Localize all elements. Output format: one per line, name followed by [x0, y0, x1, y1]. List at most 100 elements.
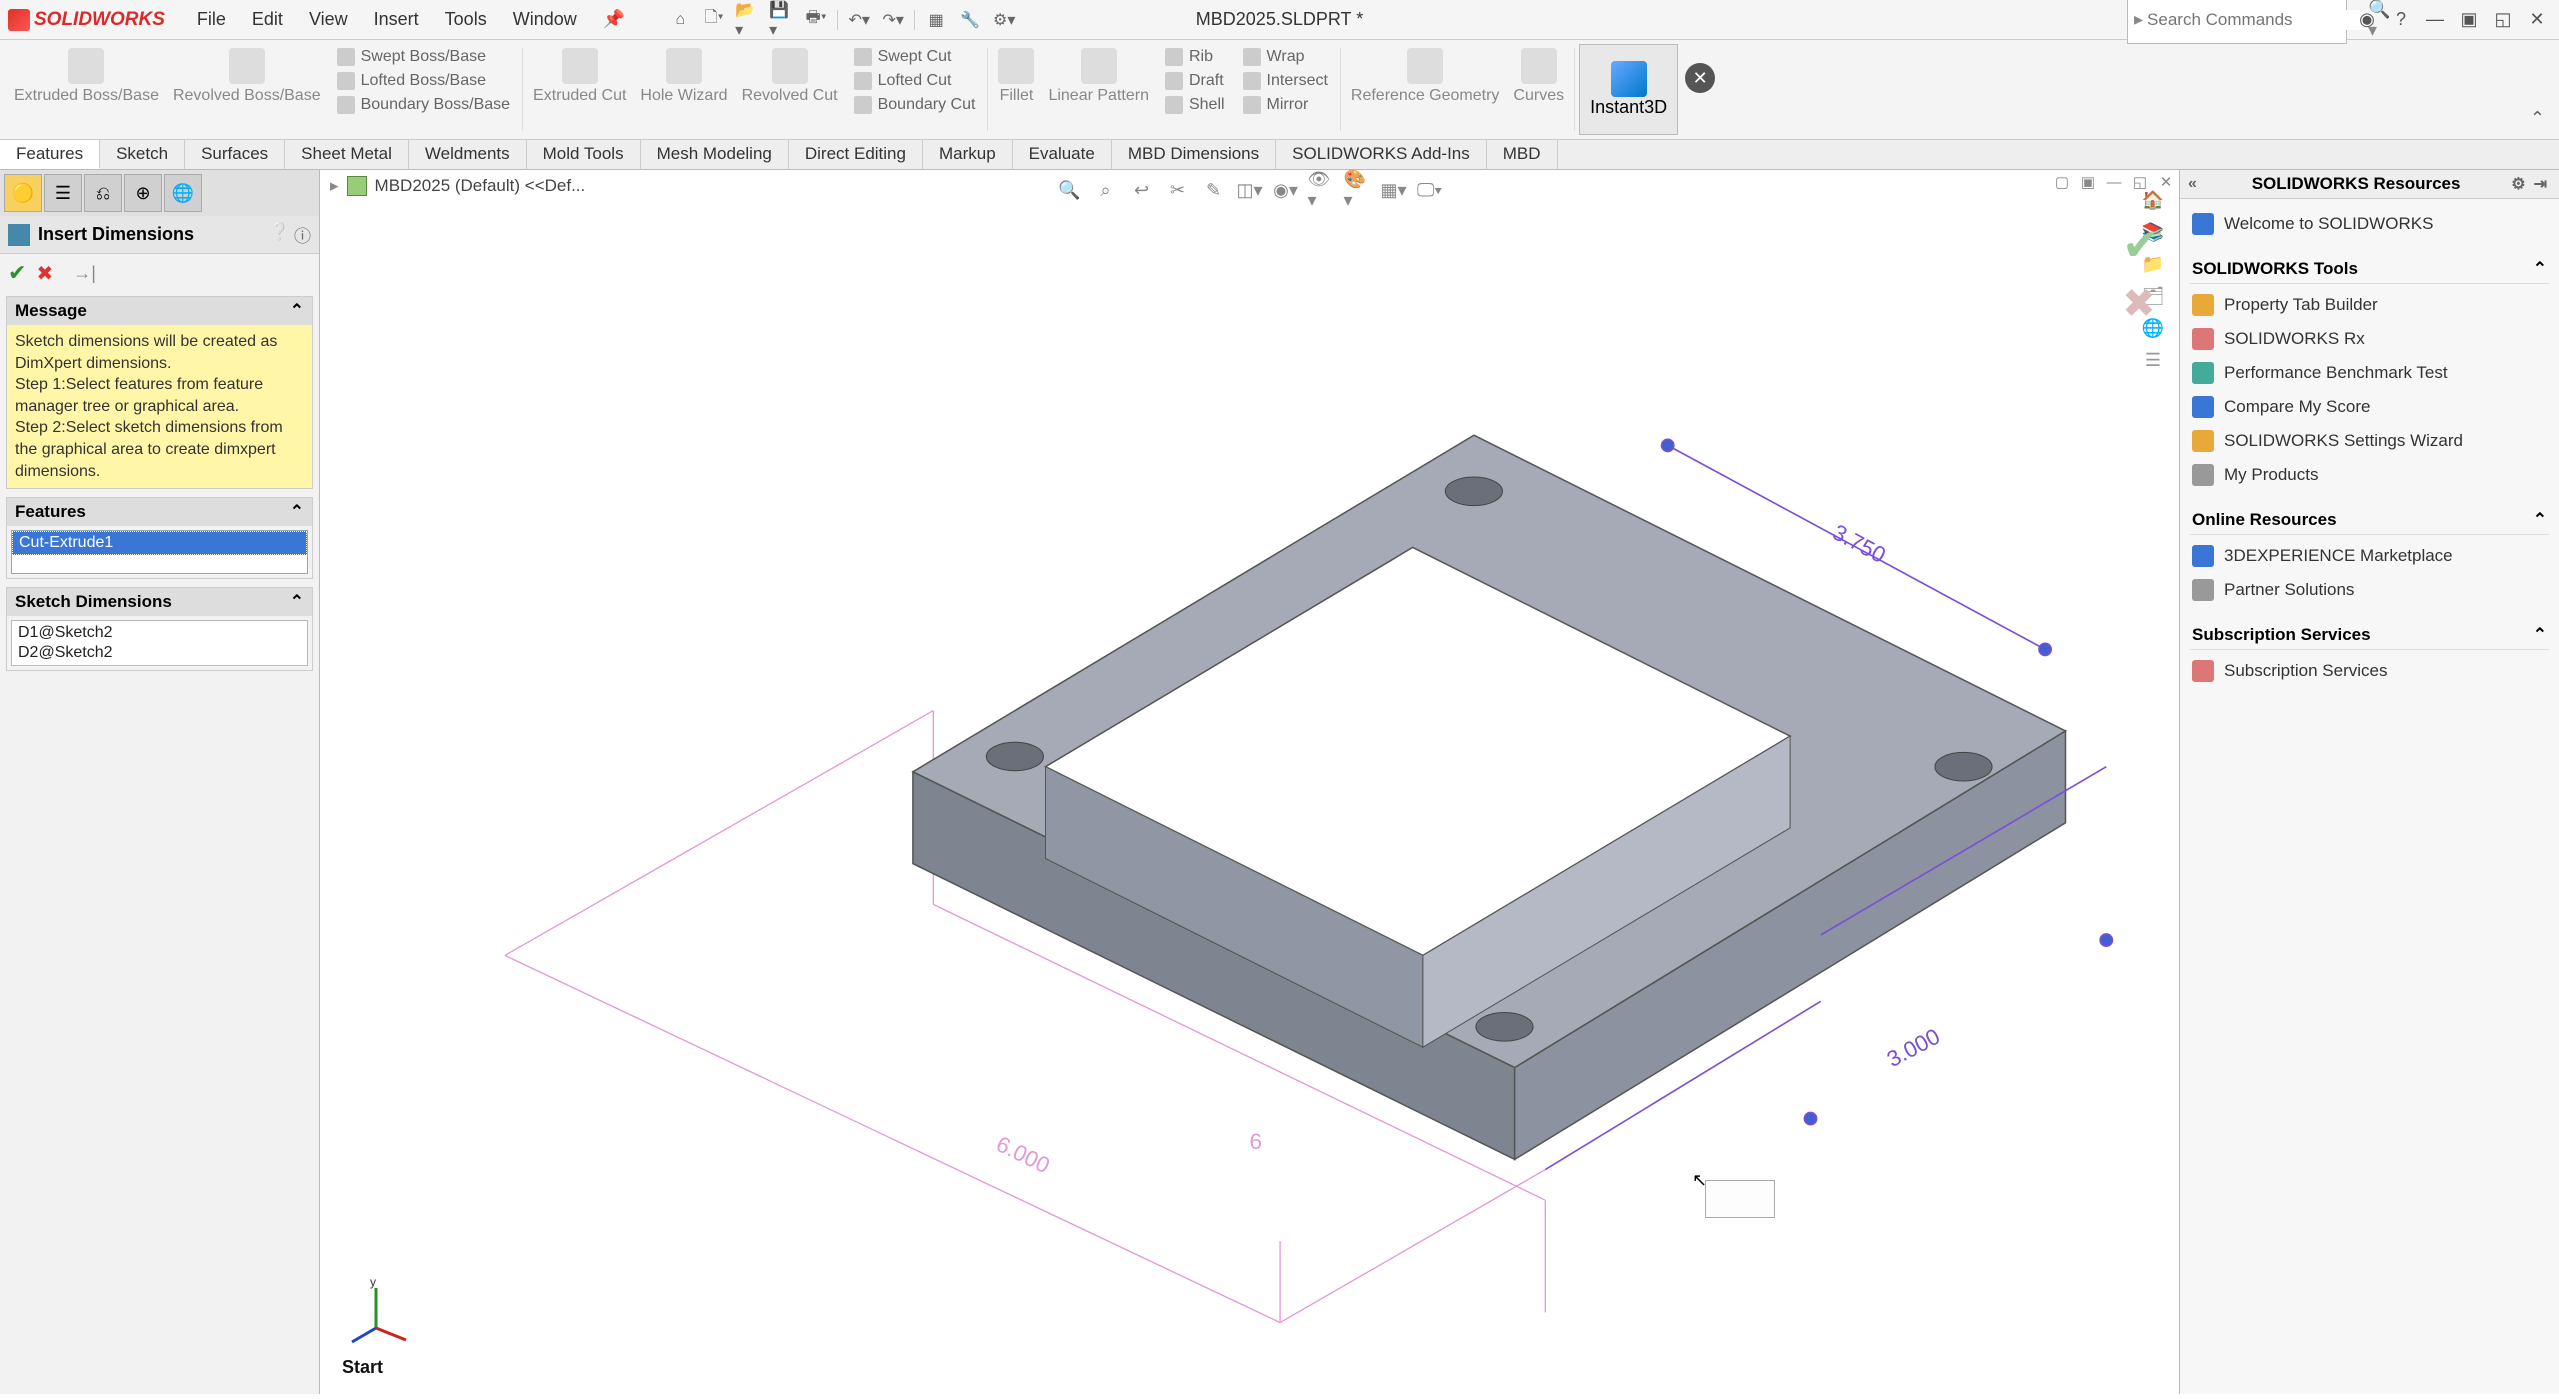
ribbon-collapse-icon[interactable]: ⌃ [2524, 44, 2551, 135]
fillet-button[interactable]: Fillet [992, 44, 1040, 135]
menu-window[interactable]: Window [501, 5, 589, 34]
menu-edit[interactable]: Edit [240, 5, 295, 34]
tab-direct-editing[interactable]: Direct Editing [789, 140, 923, 169]
marketplace-link[interactable]: 3DEXPERIENCE Marketplace [2190, 539, 2549, 573]
wrap-button[interactable]: Wrap [1239, 46, 1332, 68]
pm-detailed-help-icon[interactable]: ❔ [269, 222, 290, 247]
solidworks-rx-link[interactable]: SOLIDWORKS Rx [2190, 322, 2549, 356]
swept-cut-button[interactable]: Swept Cut [850, 46, 980, 68]
reference-geometry-button[interactable]: Reference Geometry [1345, 44, 1506, 135]
selection-filter-icon[interactable]: ▦ [923, 7, 949, 33]
display-style-icon[interactable]: ◉▾ [1272, 176, 1300, 204]
ok-button-icon[interactable]: ✔ [8, 260, 26, 286]
collapse-icon[interactable]: ⌃ [2533, 259, 2547, 279]
zoom-area-icon[interactable]: ⌕ [1092, 176, 1120, 204]
save-icon[interactable]: 💾▾ [769, 7, 795, 33]
tab-mbd-dimensions[interactable]: MBD Dimensions [1112, 140, 1276, 169]
menu-expand-icon[interactable]: 📌 [591, 5, 637, 34]
configuration-manager-tab-icon[interactable]: ⎌ [84, 174, 122, 212]
revolved-boss-button[interactable]: Revolved Boss/Base [167, 44, 327, 135]
zoom-fit-icon[interactable]: 🔍 [1056, 176, 1084, 204]
tab-mold-tools[interactable]: Mold Tools [527, 140, 641, 169]
menu-file[interactable]: File [185, 5, 238, 34]
custom-properties-icon[interactable]: ☰ [2139, 346, 2167, 374]
tab-evaluate[interactable]: Evaluate [1013, 140, 1112, 169]
close-tab-icon[interactable]: ✕ [1685, 63, 1715, 93]
tab-features[interactable]: Features [0, 140, 100, 169]
tab-markup[interactable]: Markup [923, 140, 1013, 169]
rib-button[interactable]: Rib [1161, 46, 1229, 68]
partner-solutions-link[interactable]: Partner Solutions [2190, 573, 2549, 607]
dimension-item[interactable]: D2@Sketch2 [14, 643, 305, 663]
task-pane-settings-icon[interactable]: ⚙ [2507, 174, 2529, 194]
dynamic-annotation-icon[interactable]: ✎ [1200, 176, 1228, 204]
subscription-section-header[interactable]: Subscription Services ⌃ [2190, 621, 2549, 650]
home-icon[interactable]: ⌂ [667, 7, 693, 33]
my-products-link[interactable]: My Products [2190, 458, 2549, 492]
print-icon[interactable]: 🖶▾ [803, 7, 829, 33]
feature-manager-tab-icon[interactable]: 🟡 [4, 174, 42, 212]
tab-weldments[interactable]: Weldments [409, 140, 527, 169]
menu-view[interactable]: View [297, 5, 360, 34]
feature-breadcrumb[interactable]: ▸ MBD2025 (Default) <<Def... [330, 176, 585, 196]
sketch-dimensions-header[interactable]: Sketch Dimensions ⌃ [7, 588, 312, 616]
tab-addins[interactable]: SOLIDWORKS Add-Ins [1276, 140, 1487, 169]
gfx-minimize-icon[interactable]: — [2103, 172, 2125, 192]
instant3d-button[interactable]: Instant3D ✕ [1579, 44, 1678, 135]
orientation-triad[interactable]: y [346, 1278, 416, 1348]
hide-show-icon[interactable]: 👁▾ [1308, 176, 1336, 204]
draft-button[interactable]: Draft [1161, 70, 1229, 92]
user-icon[interactable]: ◉ [2353, 6, 2381, 34]
linear-pattern-button[interactable]: Linear Pattern [1042, 44, 1155, 135]
confirm-ok-icon[interactable]: ✔ [2122, 220, 2159, 271]
tab-mesh-modeling[interactable]: Mesh Modeling [641, 140, 789, 169]
welcome-link[interactable]: Welcome to SOLIDWORKS [2190, 207, 2549, 241]
collapse-icon[interactable]: ⌃ [290, 301, 304, 321]
section-view-icon[interactable]: ✂ [1164, 176, 1192, 204]
pushpin-icon[interactable]: →| [73, 263, 96, 284]
dimension-item[interactable]: D1@Sketch2 [14, 623, 305, 643]
model-view[interactable]: 3.750 3.000 6.000 6 [320, 170, 2179, 1394]
collapse-icon[interactable]: ⌃ [290, 502, 304, 522]
dimension-list[interactable]: D1@Sketch2 D2@Sketch2 [11, 620, 308, 666]
open-icon[interactable]: 📂▾ [735, 7, 761, 33]
options-icon[interactable]: ⚙▾ [991, 7, 1017, 33]
features-selection-list[interactable]: Cut-Extrude1 [11, 530, 308, 574]
view-settings-icon[interactable]: 🖵▾ [1416, 176, 1444, 204]
boundary-cut-button[interactable]: Boundary Cut [850, 94, 980, 116]
close-icon[interactable]: ✕ [2523, 6, 2551, 34]
extruded-cut-button[interactable]: Extruded Cut [527, 44, 632, 135]
task-pane-autohide-icon[interactable]: ⇥ [2530, 174, 2551, 194]
tools-section-header[interactable]: SOLIDWORKS Tools ⌃ [2190, 255, 2549, 284]
rebuild-icon[interactable]: 🔧 [957, 7, 983, 33]
pm-help-icon[interactable]: ⓘ [294, 222, 311, 247]
display-manager-tab-icon[interactable]: 🌐 [164, 174, 202, 212]
swept-boss-button[interactable]: Swept Boss/Base [333, 46, 514, 68]
tab-sheet-metal[interactable]: Sheet Metal [285, 140, 409, 169]
shell-button[interactable]: Shell [1161, 94, 1229, 116]
gfx-new-window-icon[interactable]: ▢ [2051, 172, 2073, 192]
search-commands-box[interactable]: ▸ 🔍▾ [2127, 0, 2347, 44]
message-header[interactable]: Message ⌃ [7, 297, 312, 325]
breadcrumb-text[interactable]: MBD2025 (Default) <<Def... [375, 176, 586, 196]
tab-surfaces[interactable]: Surfaces [185, 140, 285, 169]
input-tooltip-box[interactable] [1705, 1180, 1775, 1218]
cancel-button-icon[interactable]: ✖ [36, 261, 53, 286]
collapse-icon[interactable]: ⌃ [2533, 625, 2547, 645]
gfx-tile-icon[interactable]: ▣ [2077, 172, 2099, 192]
new-icon[interactable]: 🗋▾ [701, 7, 727, 33]
confirm-cancel-icon[interactable]: ✖ [2122, 281, 2159, 327]
tab-sketch[interactable]: Sketch [100, 140, 185, 169]
collapse-icon[interactable]: ⌃ [2533, 510, 2547, 530]
menu-tools[interactable]: Tools [433, 5, 499, 34]
undo-icon[interactable]: ↶▾ [846, 7, 872, 33]
maximize-icon[interactable]: ◱ [2489, 6, 2517, 34]
restore-icon[interactable]: ▣ [2455, 6, 2483, 34]
features-header[interactable]: Features ⌃ [7, 498, 312, 526]
search-input[interactable] [2147, 10, 2368, 30]
online-section-header[interactable]: Online Resources ⌃ [2190, 506, 2549, 535]
hole-wizard-button[interactable]: Hole Wizard [634, 44, 733, 135]
feature-item[interactable]: Cut-Extrude1 [12, 531, 307, 555]
tab-mbd[interactable]: MBD [1487, 140, 1558, 169]
expand-tree-icon[interactable]: ▸ [330, 176, 339, 196]
